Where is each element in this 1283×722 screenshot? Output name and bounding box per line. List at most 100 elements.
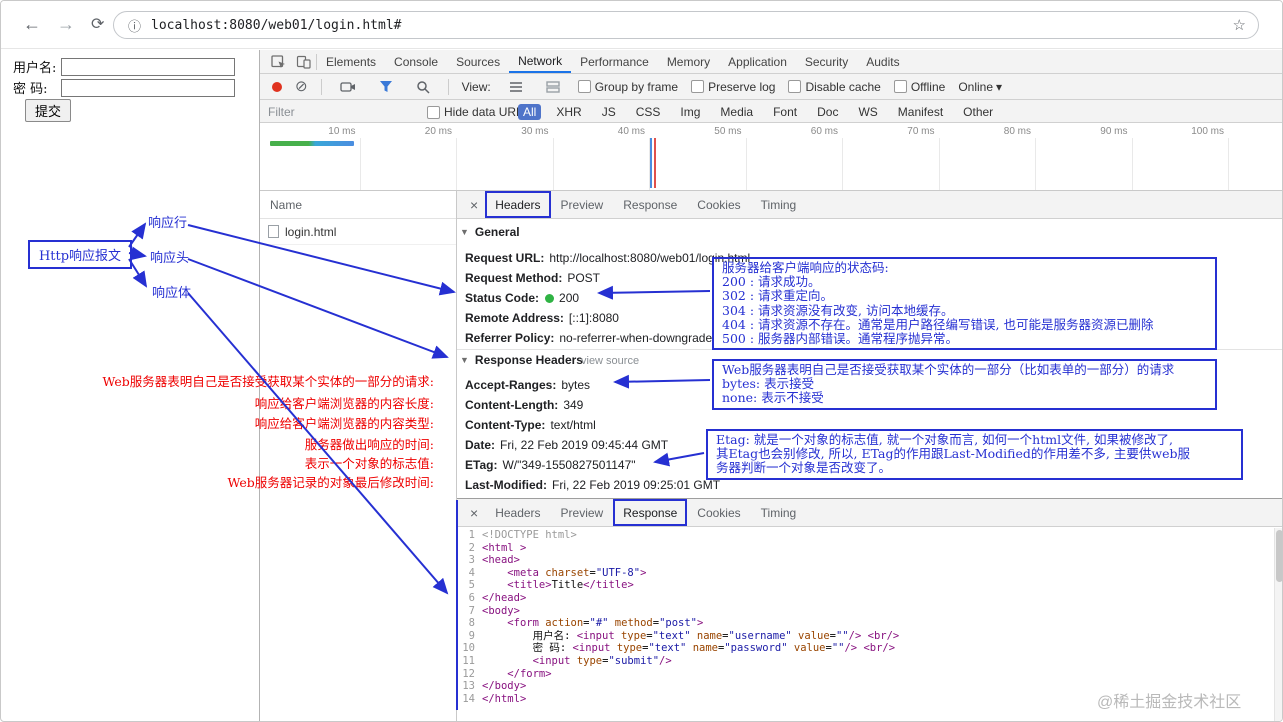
- code-line: 5 <title>Title</title>: [457, 579, 1282, 592]
- chevron-down-icon: ▾: [996, 79, 1003, 94]
- request-list-header[interactable]: Name: [260, 191, 456, 219]
- submit-button[interactable]: 提交: [25, 99, 72, 122]
- header-field-value: no-referrer-when-downgrade: [559, 331, 713, 345]
- tab-cookies[interactable]: Cookies: [687, 499, 750, 526]
- checkbox-icon: [577, 80, 591, 93]
- tab-security[interactable]: Security: [796, 50, 857, 73]
- divider: [320, 78, 322, 95]
- scrollbar-track[interactable]: [1274, 528, 1282, 721]
- header-field-name: Request URL:: [465, 251, 545, 265]
- tab-elements[interactable]: Elements: [317, 50, 385, 73]
- tab-performance[interactable]: Performance: [571, 50, 658, 73]
- record-button[interactable]: [272, 81, 282, 92]
- tab-response[interactable]: Response: [613, 191, 687, 218]
- tab-network[interactable]: Network: [509, 50, 572, 73]
- tab-preview[interactable]: Preview: [551, 191, 614, 218]
- response-headers-title: Response Headers: [474, 353, 583, 367]
- name-column-header: Name: [270, 197, 303, 212]
- tab-console[interactable]: Console: [385, 50, 447, 73]
- checkbox-offline[interactable]: Offline: [893, 80, 945, 94]
- timeline-tick-label: 60 ms: [810, 126, 838, 137]
- close-icon[interactable]: ×: [463, 505, 485, 521]
- view-source-link[interactable]: view source: [581, 355, 639, 367]
- close-icon[interactable]: ×: [463, 197, 485, 213]
- back-icon[interactable]: ←: [23, 15, 41, 33]
- device-toolbar-icon[interactable]: [291, 54, 316, 69]
- tab-preview[interactable]: Preview: [551, 499, 614, 526]
- line-number: 2: [468, 541, 475, 554]
- tab-memory[interactable]: Memory: [658, 50, 719, 73]
- address-bar[interactable]: ⓘ localhost:8080/web01/login.html# ☆: [113, 11, 1259, 39]
- line-number: 8: [468, 617, 475, 630]
- header-field-value: [::1]:8080: [568, 311, 619, 325]
- bookmark-star-icon[interactable]: ☆: [1233, 16, 1246, 34]
- refresh-icon[interactable]: ⟳: [91, 16, 104, 34]
- tab-headers[interactable]: Headers: [485, 499, 550, 526]
- tab-cookies[interactable]: Cookies: [687, 191, 750, 218]
- filter-type-media[interactable]: Media: [715, 104, 758, 120]
- response-headers-section-header[interactable]: ▼ Response Headers: [460, 353, 583, 367]
- filter-type-all[interactable]: All: [518, 104, 542, 120]
- password-field[interactable]: [61, 78, 235, 97]
- checkbox-label: Disable cache: [805, 79, 881, 94]
- tab-application[interactable]: Application: [719, 50, 796, 73]
- capture-screenshots-icon[interactable]: [335, 80, 361, 94]
- scrollbar-thumb[interactable]: [1276, 530, 1282, 582]
- filter-type-xhr[interactable]: XHR: [551, 104, 586, 120]
- filter-type-ws[interactable]: WS: [853, 104, 882, 120]
- annotation-line: 务器判断一个对象是否改变了。: [716, 460, 892, 476]
- tab-audits[interactable]: Audits: [857, 50, 908, 73]
- request-row[interactable]: login.html: [260, 219, 456, 245]
- watermark: @稀土掘金技术社区: [1097, 694, 1242, 711]
- tab-headers[interactable]: Headers: [485, 191, 551, 218]
- checkbox-group-by-frame[interactable]: Group by frame: [577, 80, 678, 94]
- hide-data-urls-checkbox[interactable]: Hide data URLs: [427, 105, 529, 119]
- filter-type-doc[interactable]: Doc: [812, 104, 843, 120]
- clear-button[interactable]: ⊘: [295, 79, 308, 94]
- filter-type-font[interactable]: Font: [768, 104, 802, 120]
- header-field-name: Referrer Policy:: [465, 331, 555, 345]
- network-toolbar-checkboxes: Group by frame Preserve log Disable cache O…: [577, 79, 945, 94]
- filter-type-js[interactable]: JS: [597, 104, 621, 120]
- header-field: Request URL: http://localhost:8080/web01/…: [465, 248, 750, 268]
- url-text[interactable]: localhost:8080/web01/login.html#: [151, 18, 401, 33]
- filter-type-manifest[interactable]: Manifest: [893, 104, 948, 120]
- filter-input[interactable]: Filter: [268, 105, 295, 119]
- checkbox-preserve-log[interactable]: Preserve log: [691, 80, 775, 94]
- code-line: 2 <html >: [457, 541, 1282, 555]
- filter-type-css[interactable]: CSS: [631, 104, 666, 120]
- panel1-tabs: Headers Preview Response Cookies Timing: [485, 191, 806, 218]
- line-number: 1: [468, 529, 475, 541]
- filter-type-other[interactable]: Other: [958, 104, 998, 120]
- filter-funnel-icon[interactable]: [374, 80, 398, 93]
- tab-timing[interactable]: Timing: [751, 499, 807, 526]
- view-large-rows-icon[interactable]: [541, 80, 565, 93]
- code-text: <title>Title</title>: [507, 579, 634, 592]
- timeline-tick-label: 80 ms: [1003, 126, 1031, 137]
- username-field[interactable]: [61, 57, 235, 76]
- filter-type-img[interactable]: Img: [675, 104, 705, 120]
- etag-note-box: Etag: 就是一个对象的标志值, 就一个对象而言, 如何一个html文件, 如…: [706, 429, 1243, 480]
- annotation-line: 其Etag也会别修改, 所以, ETag的作用跟Last-Modified的作用…: [716, 446, 1190, 462]
- search-icon[interactable]: [411, 80, 435, 94]
- timeline-tick-label: 70 ms: [907, 126, 935, 137]
- tab-sources[interactable]: Sources: [447, 50, 509, 73]
- forward-icon[interactable]: →: [57, 15, 75, 33]
- general-section-header[interactable]: ▼ General: [460, 225, 520, 239]
- timeline-gridline: [1035, 138, 1036, 190]
- tab-response[interactable]: Response: [613, 499, 688, 526]
- header-field-name: Content-Length:: [465, 398, 559, 412]
- throttling-dropdown[interactable]: Online ▾: [958, 80, 1002, 94]
- tab-timing[interactable]: Timing: [751, 191, 807, 218]
- header-field-value: Fri, 22 Feb 2019 09:45:44 GMT: [500, 438, 669, 452]
- view-label: View:: [461, 79, 491, 94]
- header-field: Content-Length: 349: [465, 395, 583, 415]
- line-number: 9: [468, 629, 475, 642]
- timeline-overview[interactable]: 10 ms 20 ms 30 ms 40 ms 50 ms 60 ms 70 ms 80 ms…: [260, 123, 1282, 191]
- page-info-icon[interactable]: ⓘ: [128, 16, 141, 35]
- view-list-icon[interactable]: [504, 81, 528, 93]
- devtools-tabbar: Elements Console Sources Network Performance…: [260, 50, 1282, 74]
- header-field: Last-Modified: Fri, 22 Feb 2019 09:25:01 …: [465, 475, 720, 495]
- inspect-element-icon[interactable]: [266, 54, 291, 69]
- checkbox-disable-cache[interactable]: Disable cache: [788, 79, 881, 94]
